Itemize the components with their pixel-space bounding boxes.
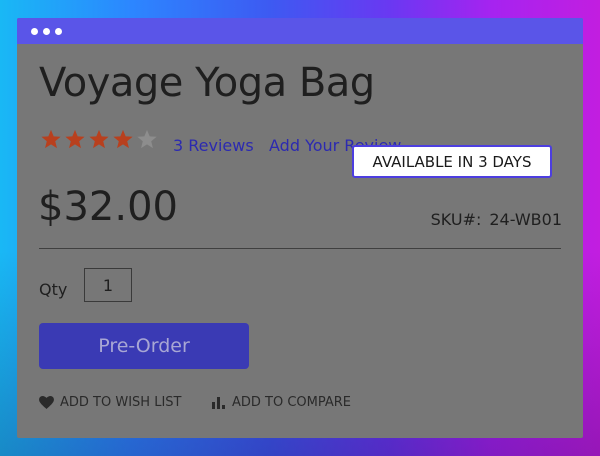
- window-dot: [55, 27, 62, 35]
- star-filled-icon: [65, 129, 85, 149]
- preorder-button[interactable]: Pre-Order: [39, 323, 249, 369]
- sku-label: SKU#:: [430, 210, 482, 229]
- wishlist-label: ADD TO WISH LIST: [60, 395, 182, 410]
- star-filled-icon: [89, 129, 109, 149]
- star-empty-icon: [137, 129, 157, 149]
- window-titlebar: [17, 18, 583, 44]
- rating-stars: [40, 128, 158, 150]
- star-filled-icon: [113, 129, 133, 149]
- sku-value: 24-WB01: [489, 210, 562, 229]
- add-to-compare-link[interactable]: ADD TO COMPARE: [211, 395, 351, 410]
- browser-window: Voyage Yoga Bag 3 Reviews Add Your Revie…: [17, 18, 583, 438]
- heart-icon: [39, 396, 54, 409]
- qty-label: Qty: [39, 280, 68, 299]
- bar-chart-icon: [212, 397, 225, 409]
- reviews-link[interactable]: 3 Reviews: [173, 136, 254, 155]
- add-to-wishlist-link[interactable]: ADD TO WISH LIST: [39, 395, 181, 410]
- product-price: $32.00: [38, 184, 178, 230]
- window-dot: [43, 27, 50, 35]
- window-dot: [31, 27, 38, 35]
- divider: [39, 248, 561, 249]
- compare-label: ADD TO COMPARE: [232, 395, 352, 410]
- star-filled-icon: [41, 129, 61, 149]
- product-title: Voyage Yoga Bag: [39, 60, 375, 106]
- availability-badge: AVAILABLE IN 3 DAYS: [352, 145, 552, 178]
- sku: SKU#: 24-WB01: [431, 210, 562, 229]
- qty-input[interactable]: [84, 268, 132, 302]
